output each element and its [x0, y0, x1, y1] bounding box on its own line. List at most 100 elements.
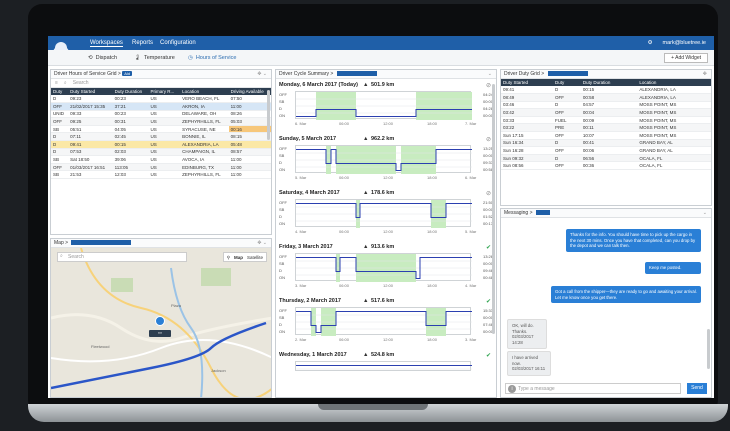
messaging-title[interactable]: Messaging >: [504, 210, 533, 216]
hos-table-cell: 07:11: [68, 132, 113, 142]
duty-grid-title[interactable]: Driver Duty Grid >: [504, 71, 544, 77]
day-log-block[interactable]: Thursday, 2 March 2017 517.6 km ▲ ✔ OFF 15:33…: [279, 298, 493, 348]
duty-table-cell: 00:11: [580, 123, 638, 133]
map-type-map[interactable]: Map: [234, 253, 243, 261]
duty-table-row[interactable]: 09:41 D 00:15 ALEXANDRIA, LA: [501, 86, 711, 95]
map-canvas[interactable]: Search ⌕ ⚲ Map Satellite Fleetwood Plaza…: [51, 248, 271, 397]
duty-table-row[interactable]: 08:49 OFF 00:58 ALEXANDRIA, LA: [501, 93, 711, 102]
duty-log-graph[interactable]: [295, 307, 472, 336]
duty-col-header[interactable]: Location: [637, 79, 711, 86]
hos-table-row[interactable]: D 07:11 02:45 US BONNIE, IL 08:15: [51, 132, 271, 142]
hos-col-header[interactable]: Duty Duration: [112, 88, 149, 95]
nav-reports[interactable]: Reports: [132, 40, 153, 46]
hos-table-cell: AKRON, IA: [180, 102, 229, 111]
message-input[interactable]: Type a message: [505, 383, 681, 394]
messaging-scrollbar[interactable]: [707, 329, 710, 369]
map-title[interactable]: Map >: [54, 240, 68, 246]
duty-table-row[interactable]: 03:42 OFF 00:04 MOSS POINT, MS: [501, 108, 711, 117]
duty-log-graph[interactable]: [295, 361, 472, 384]
hos-table-row[interactable]: SB 21:53 12:03 US ZEPHYRHILLS, FL 11:00: [51, 170, 271, 180]
hos-table-row[interactable]: D 09:41 00:15 US ALEXANDRIA, LA 05:48: [51, 140, 271, 149]
hos-table-cell: 02:03: [112, 148, 149, 157]
duty-table-row[interactable]: 03:46 D 04:57 MOSS POINT, MS: [501, 101, 711, 110]
map-controls-icon[interactable]: ✥ ⌄: [257, 239, 267, 248]
hos-table-row[interactable]: OFF 09:25 00:31 US ZEPHYRHILLS, FL 05:03: [51, 117, 271, 126]
duty-table-row[interactable]: 03:22 PRE 00:11 MOSS POINT, MS: [501, 123, 711, 133]
duty-log-graph[interactable]: [295, 91, 472, 120]
duty-table-row[interactable]: Sun 09:32 D 06:56 OCALA, FL: [501, 154, 711, 163]
time-axis-label: 5. Mar: [465, 229, 477, 234]
hos-col-header[interactable]: Duty Started: [68, 88, 113, 95]
hos-table-row[interactable]: D 09:23 00:23 US VERO BEACH, FL 07:50: [51, 95, 271, 104]
cycle-controls-icon[interactable]: ⌄: [488, 70, 492, 79]
cycle-scrollbar[interactable]: [492, 84, 495, 334]
vehicle-label[interactable]: ▪▪▪: [149, 330, 171, 337]
duty-log-graph[interactable]: [295, 145, 472, 174]
map-type-satellite[interactable]: Satellite: [247, 253, 263, 261]
hos-table-row[interactable]: D 07:53 02:03 US CHAMPAIGN, IL 08:57: [51, 148, 271, 157]
duty-table-row[interactable]: Sun 17:15 OFF 10:07 MOSS POINT, MS: [501, 131, 711, 140]
duty-row-label: D: [279, 268, 282, 273]
hos-scrollbar[interactable]: [267, 90, 270, 140]
duty-table-row[interactable]: 03:33 FUEL 00:09 MOSS POINT, MS: [501, 116, 711, 125]
day-distance: 517.6 km: [371, 298, 395, 304]
hos-col-header[interactable]: Driving Available: [228, 88, 271, 95]
duty-controls-icon[interactable]: ✥: [703, 70, 707, 79]
duty-col-header[interactable]: Duty Started: [501, 79, 554, 86]
tab-dispatch[interactable]: ⟲ Dispatch: [88, 55, 117, 61]
add-widget-button[interactable]: + Add Widget: [664, 53, 708, 63]
duty-driver-redacted: [547, 71, 588, 77]
tab-temperature[interactable]: 🌡 Temperature: [134, 55, 175, 61]
nav-workspaces[interactable]: Workspaces: [90, 40, 123, 47]
day-log-block[interactable]: Friday, 3 March 2017 913.6 km ▲ ✔ OFF 13:26 SB…: [279, 244, 493, 294]
hos-col-header[interactable]: Location: [180, 88, 229, 95]
menu-icon[interactable]: ≡: [55, 79, 58, 87]
hos-grid-title[interactable]: Driver Hours of Service Grid >: [54, 71, 121, 77]
cycle-summary-title[interactable]: Driver Cycle Summary >: [279, 71, 333, 77]
hos-table-row[interactable]: UNID 09:33 00:23 US DELAWARE, OH 08:26: [51, 110, 271, 119]
duty-row-label: SB: [279, 153, 285, 158]
messaging-header: Messaging > ⌄: [501, 209, 711, 218]
hos-search-input[interactable]: Search: [73, 79, 89, 87]
hos-table-cell: OFF: [51, 117, 69, 126]
map-search-input[interactable]: Search: [57, 252, 187, 262]
hos-search-row: ≡ ⌕ Search: [51, 79, 271, 88]
vehicle-marker-icon[interactable]: [155, 316, 165, 326]
hos-col-header[interactable]: Primary R...: [148, 88, 181, 95]
panel-controls-icon[interactable]: ✥ ⌄: [257, 70, 267, 79]
hos-table-cell: US: [148, 155, 181, 164]
hos-table-cell: 11:00: [228, 102, 271, 111]
hos-table: Duty Duty Started Duty Duration Primary R..…: [51, 88, 271, 180]
send-button[interactable]: Send: [687, 383, 707, 394]
check-icon: ✔: [485, 353, 491, 359]
settings-icon[interactable]: ⚙: [648, 40, 653, 46]
day-log-block[interactable]: Saturday, 4 March 2017 178.6 km ▲ ⊘ OFF 21:50…: [279, 190, 493, 240]
info-icon[interactable]: i: [508, 385, 516, 393]
hos-table-cell: US: [148, 170, 181, 180]
map-type-toggle[interactable]: ⚲ Map Satellite: [222, 252, 267, 262]
search-icon: ⌕: [63, 80, 67, 86]
nav-configuration[interactable]: Configuration: [160, 40, 196, 46]
duty-table-row[interactable]: Sun 08:56 OFF 00:36 OCALA, FL: [501, 161, 711, 171]
duty-table: Duty Started Duty Duty Duration Location 09…: [501, 79, 711, 171]
hos-table-cell: EDINBURG, TX: [180, 163, 229, 172]
messaging-controls-icon[interactable]: ⌄: [703, 209, 707, 218]
duty-col-header[interactable]: Duty Duration: [580, 79, 638, 86]
hos-col-header[interactable]: Duty: [51, 88, 69, 95]
hos-table-cell: 00:16: [228, 125, 271, 134]
day-log-block[interactable]: Monday, 6 March 2017 (Today) 501.9 km ▲ ⊘ OF…: [279, 82, 493, 132]
tab-hours-of-service[interactable]: ◷ Hours of Service: [188, 55, 236, 61]
duty-col-header[interactable]: Duty: [553, 79, 581, 86]
day-log-block[interactable]: Sunday, 5 March 2017 962.2 km ▲ ⊘ OFF 13:25 SB…: [279, 136, 493, 186]
hos-table-row[interactable]: OFF 21/02/2017 15:35 37:21 US AKRON, IA 11:00: [51, 102, 271, 111]
hos-table-cell: US: [148, 102, 181, 111]
duty-log-graph[interactable]: [295, 253, 472, 282]
duty-log-graph[interactable]: [295, 199, 472, 228]
hos-table-row[interactable]: SB Sat 18:50 39:06 US AVOCA, IA 11:00: [51, 155, 271, 164]
duty-table-row[interactable]: Sun 16:28 OFF 00:06 GRAND BAY, AL: [501, 146, 711, 155]
duty-table-row[interactable]: Sun 16:34 D 00:41 GRAND BAY, AL: [501, 139, 711, 148]
hos-table-row[interactable]: SB 05:51 04:05 US SYRACUSE, NE 00:16: [51, 125, 271, 134]
user-email[interactable]: mark@bluetree.ie: [663, 40, 707, 46]
day-log-block[interactable]: Wednesday, 1 March 2017 524.8 km ▲ ✔: [279, 352, 493, 397]
hos-table-row[interactable]: OFF 01/03/2017 16:51 113:05 US EDINBURG, TX 1…: [51, 163, 271, 172]
